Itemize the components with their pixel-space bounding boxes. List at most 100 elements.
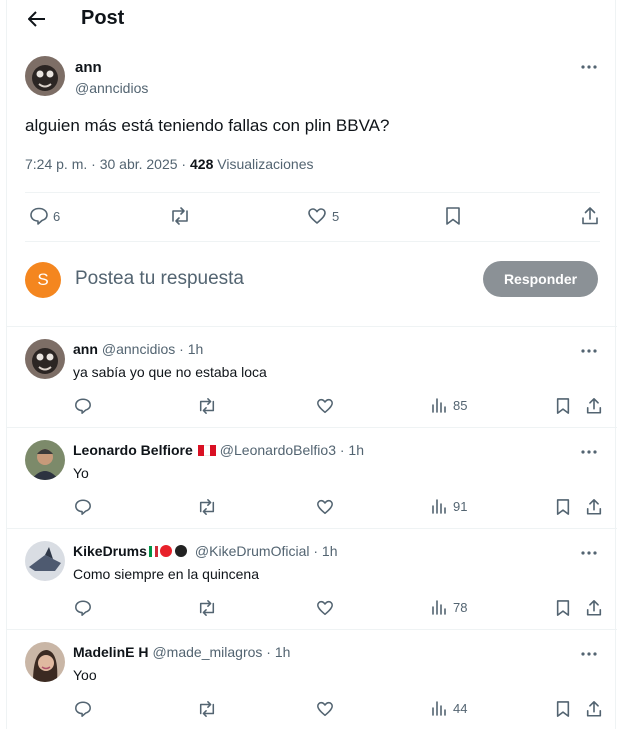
like-button[interactable]	[316, 397, 334, 415]
responder-button[interactable]: Responder	[483, 261, 598, 297]
reply-author-handle[interactable]: @LeonardoBelfio3 · 1h	[220, 442, 364, 458]
post-meta: 7:24 p. m. · 30 abr. 2025 · 428 Visualiz…	[25, 156, 314, 172]
comment-icon	[75, 398, 91, 414]
more-icon	[581, 349, 597, 353]
share-icon	[586, 498, 602, 515]
reply-button[interactable]	[74, 700, 92, 718]
repost-button[interactable]	[197, 700, 217, 718]
views-button[interactable]: 78	[431, 599, 467, 615]
bookmark-button[interactable]	[555, 599, 571, 617]
red-circle-icon	[159, 545, 172, 557]
italy-flag-icon	[148, 545, 158, 557]
back-button[interactable]	[25, 8, 49, 30]
like-button[interactable]	[316, 498, 334, 516]
like-button[interactable]: 5	[307, 206, 339, 226]
views-label: Visualizaciones	[217, 156, 314, 172]
share-button[interactable]	[580, 206, 600, 226]
black-circle-icon	[174, 545, 187, 557]
reply-author-handle[interactable]: @made_milagros · 1h	[152, 644, 290, 660]
reply-item[interactable]: MadelinE H @made_milagros · 1h Yoo 44	[7, 630, 617, 729]
bookmark-icon	[556, 701, 570, 717]
header: Post	[7, 0, 617, 40]
more-icon	[581, 65, 597, 69]
comment-icon	[75, 499, 91, 515]
reply-author-handle[interactable]: @KikeDrumOficial · 1h	[195, 543, 338, 559]
like-button[interactable]	[316, 599, 334, 617]
author-handle[interactable]: @anncidios	[75, 80, 148, 96]
author-name[interactable]: ann	[75, 59, 102, 76]
reply-author-name[interactable]: Leonardo Belfiore	[73, 442, 193, 458]
page-title: Post	[81, 7, 125, 29]
more-options-button[interactable]	[579, 647, 599, 661]
reply-text: Yoo	[73, 667, 97, 683]
view-count: 428	[190, 156, 214, 172]
views-button[interactable]: 44	[431, 700, 467, 716]
analytics-icon	[432, 701, 446, 716]
share-button[interactable]	[585, 599, 603, 617]
reply-button[interactable]	[74, 599, 92, 617]
avatar[interactable]	[25, 440, 65, 480]
heart-icon	[317, 398, 333, 414]
views-button[interactable]: 85	[431, 397, 467, 413]
heart-icon	[308, 208, 326, 224]
reply-author-name[interactable]: KikeDrums	[73, 543, 147, 559]
avatar[interactable]	[25, 541, 65, 581]
share-button[interactable]	[585, 397, 603, 415]
comment-icon	[30, 207, 48, 225]
more-icon	[581, 551, 597, 555]
heart-icon	[317, 499, 333, 515]
share-button[interactable]	[585, 498, 603, 516]
reply-author-name[interactable]: ann	[73, 341, 98, 357]
reply-author-handle[interactable]: @anncidios · 1h	[102, 341, 203, 357]
reply-button[interactable]: 6	[29, 206, 60, 226]
reply-author-name[interactable]: MadelinE H	[73, 644, 148, 660]
reply-item[interactable]: KikeDrums @KikeDrumOficial · 1h Como sie…	[7, 529, 617, 629]
more-options-button[interactable]	[579, 60, 599, 74]
divider	[25, 241, 600, 242]
post-text: alguien más está teniendo fallas con pli…	[25, 116, 390, 135]
repost-button[interactable]	[197, 599, 217, 617]
reply-button[interactable]	[74, 397, 92, 415]
reply-input[interactable]	[75, 266, 465, 292]
share-button[interactable]	[585, 700, 603, 718]
like-button[interactable]	[316, 700, 334, 718]
heart-icon	[317, 600, 333, 616]
post-author: ann @anncidios	[25, 56, 595, 98]
view-count: 91	[453, 498, 468, 514]
repost-icon	[199, 398, 215, 414]
bookmark-button[interactable]	[555, 397, 571, 415]
arrow-left-icon	[28, 11, 45, 27]
avatar[interactable]	[25, 56, 65, 96]
peru-flag-icon	[197, 444, 216, 456]
more-icon	[581, 450, 597, 454]
analytics-icon	[432, 499, 446, 514]
avatar[interactable]: S	[25, 262, 61, 298]
more-options-button[interactable]	[579, 546, 599, 560]
bookmark-button[interactable]	[444, 206, 462, 226]
reply-item[interactable]: ann @anncidios · 1h ya sabía yo que no e…	[7, 327, 617, 427]
repost-button[interactable]	[197, 498, 217, 516]
repost-button[interactable]	[169, 206, 191, 226]
avatar[interactable]	[25, 339, 65, 379]
heart-icon	[317, 701, 333, 717]
comment-icon	[75, 600, 91, 616]
bookmark-button[interactable]	[555, 700, 571, 718]
reply-item[interactable]: Leonardo Belfiore @LeonardoBelfio3 · 1h …	[7, 428, 617, 528]
repost-icon	[199, 701, 215, 717]
post-timestamp[interactable]: 7:24 p. m. · 30 abr. 2025 ·	[25, 156, 186, 172]
share-icon	[586, 599, 602, 616]
view-count: 44	[453, 700, 468, 716]
avatar[interactable]	[25, 642, 65, 682]
more-options-button[interactable]	[579, 445, 599, 459]
share-icon	[586, 397, 602, 414]
reply-button[interactable]	[74, 498, 92, 516]
divider	[25, 192, 600, 193]
repost-icon	[199, 600, 215, 616]
repost-button[interactable]	[197, 397, 217, 415]
view-count: 78	[453, 599, 468, 615]
more-options-button[interactable]	[579, 344, 599, 358]
reply-header: KikeDrums @KikeDrumOficial · 1h	[73, 543, 338, 559]
views-button[interactable]: 91	[431, 498, 467, 514]
bookmark-button[interactable]	[555, 498, 571, 516]
more-icon	[581, 652, 597, 656]
